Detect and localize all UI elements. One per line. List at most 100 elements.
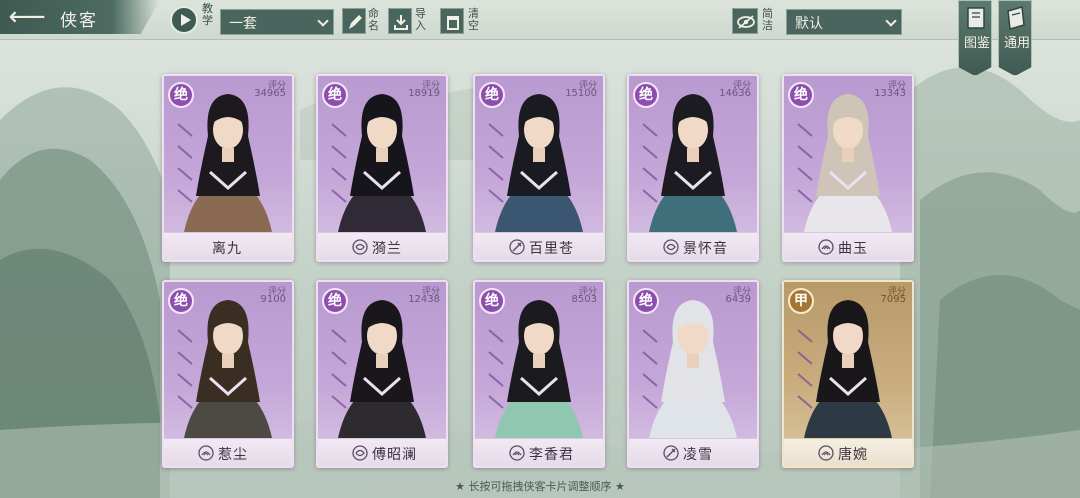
catalog-tab[interactable]: 图鉴 <box>958 0 992 76</box>
name-bar: 傅昭澜 <box>318 438 446 466</box>
simple-view-toggle[interactable] <box>732 8 758 34</box>
swirl-icon <box>352 445 368 461</box>
trash-icon <box>447 16 459 30</box>
import-label: 导入 <box>415 7 426 32</box>
hero-card[interactable]: 绝 评分 34965 离九 <box>162 74 294 262</box>
weapon-marks <box>174 320 196 420</box>
rank-badge: 绝 <box>322 288 348 314</box>
hero-card[interactable]: 绝 评分 6439 凌雪 <box>627 280 759 468</box>
score-value: 6439 <box>725 294 751 305</box>
name-bar: 凌雪 <box>629 438 757 466</box>
rank-badge: 绝 <box>633 82 659 108</box>
hero-name: 惹尘 <box>218 447 248 463</box>
score-value: 12438 <box>408 294 440 305</box>
rank-badge: 绝 <box>479 82 505 108</box>
lotus-icon <box>509 445 525 461</box>
lotus-icon <box>818 239 834 255</box>
rename-label: 命名 <box>368 7 379 32</box>
hero-name: 景怀音 <box>683 241 728 257</box>
drag-hint: ★ 长按可拖拽侠客卡片调整顺序 ★ <box>455 480 625 493</box>
weapon-marks <box>174 114 196 214</box>
rename-button[interactable] <box>342 8 366 34</box>
eye-hidden-icon <box>737 15 755 29</box>
hero-card[interactable]: 绝 评分 14636 景怀音 <box>627 74 759 262</box>
score-value: 7095 <box>880 294 906 305</box>
general-tab[interactable]: 通用 <box>998 0 1032 76</box>
book-icon <box>967 7 985 29</box>
swirl-icon <box>663 239 679 255</box>
rank-badge: 绝 <box>788 82 814 108</box>
download-icon <box>394 15 408 30</box>
simple-view-label: 简洁 <box>762 7 773 32</box>
tutorial-label: 教学 <box>202 2 213 27</box>
sword-icon <box>509 239 525 255</box>
clear-button[interactable] <box>440 8 464 34</box>
lotus-icon <box>198 445 214 461</box>
hero-card[interactable]: 绝 评分 9100 惹尘 <box>162 280 294 468</box>
rank-badge: 绝 <box>633 288 659 314</box>
hero-name: 傅昭澜 <box>372 447 417 463</box>
score-value: 13343 <box>874 88 906 99</box>
preset-select[interactable]: 一套 <box>220 9 334 35</box>
name-bar: 景怀音 <box>629 232 757 260</box>
tutorial-button[interactable] <box>170 6 198 34</box>
swirl-icon <box>352 239 368 255</box>
hero-name: 百里苍 <box>529 241 574 257</box>
weapon-marks <box>639 320 661 420</box>
name-bar: 曲玉 <box>784 232 912 260</box>
hero-card[interactable]: 绝 评分 13343 曲玉 <box>782 74 914 262</box>
name-bar: 百里苍 <box>475 232 603 260</box>
back-button[interactable]: ⟵ 侠客 <box>0 0 160 34</box>
rank-badge: 绝 <box>168 288 194 314</box>
chevron-down-icon <box>885 15 897 27</box>
hero-name: 唐婉 <box>838 447 868 463</box>
chevron-down-icon <box>317 15 329 27</box>
weapon-marks <box>794 114 816 214</box>
score-value: 15100 <box>565 88 597 99</box>
preset-select-value: 一套 <box>229 16 257 32</box>
weapon-marks <box>328 320 350 420</box>
weapon-marks <box>639 114 661 214</box>
rank-badge: 绝 <box>322 82 348 108</box>
score-value: 18919 <box>408 88 440 99</box>
sort-select-value: 默认 <box>795 16 823 32</box>
sort-select[interactable]: 默认 <box>786 9 902 35</box>
weapon-marks <box>485 114 507 214</box>
weapon-marks <box>485 320 507 420</box>
top-bar: ⟵ 侠客 教学 一套 命名 导入 清空 简洁 默认 <box>0 0 1080 40</box>
catalog-label: 图鉴 <box>963 36 990 51</box>
name-bar: 漪兰 <box>318 232 446 260</box>
hero-name: 凌雪 <box>683 447 713 463</box>
weapon-marks <box>328 114 350 214</box>
general-label: 通用 <box>1003 36 1030 51</box>
score-value: 14636 <box>719 88 751 99</box>
page-title: 侠客 <box>60 11 98 31</box>
name-bar: 唐婉 <box>784 438 912 466</box>
lotus-icon <box>818 445 834 461</box>
name-bar: 惹尘 <box>164 438 292 466</box>
rank-badge: 绝 <box>479 288 505 314</box>
score-value: 9100 <box>260 294 286 305</box>
name-bar: 离九 <box>164 232 292 260</box>
notebook-icon <box>1007 6 1025 30</box>
score-value: 34965 <box>254 88 286 99</box>
hero-name: 李香君 <box>529 447 574 463</box>
hero-card[interactable]: 甲 评分 7095 唐婉 <box>782 280 914 468</box>
sword-icon <box>663 445 679 461</box>
brush-icon <box>349 15 362 29</box>
rank-badge: 绝 <box>168 82 194 108</box>
clear-label: 清空 <box>468 7 479 32</box>
import-button[interactable] <box>388 8 412 34</box>
hero-card[interactable]: 绝 评分 12438 傅昭澜 <box>316 280 448 468</box>
score-value: 8503 <box>571 294 597 305</box>
back-arrow-icon: ⟵ <box>8 2 46 32</box>
hero-name: 曲玉 <box>838 241 868 257</box>
name-bar: 李香君 <box>475 438 603 466</box>
weapon-marks <box>794 320 816 420</box>
hero-card[interactable]: 绝 评分 18919 漪兰 <box>316 74 448 262</box>
hero-name: 漪兰 <box>372 241 402 257</box>
hero-card[interactable]: 绝 评分 8503 李香君 <box>473 280 605 468</box>
rank-badge: 甲 <box>788 288 814 314</box>
hero-name: 离九 <box>212 241 242 257</box>
hero-card[interactable]: 绝 评分 15100 百里苍 <box>473 74 605 262</box>
